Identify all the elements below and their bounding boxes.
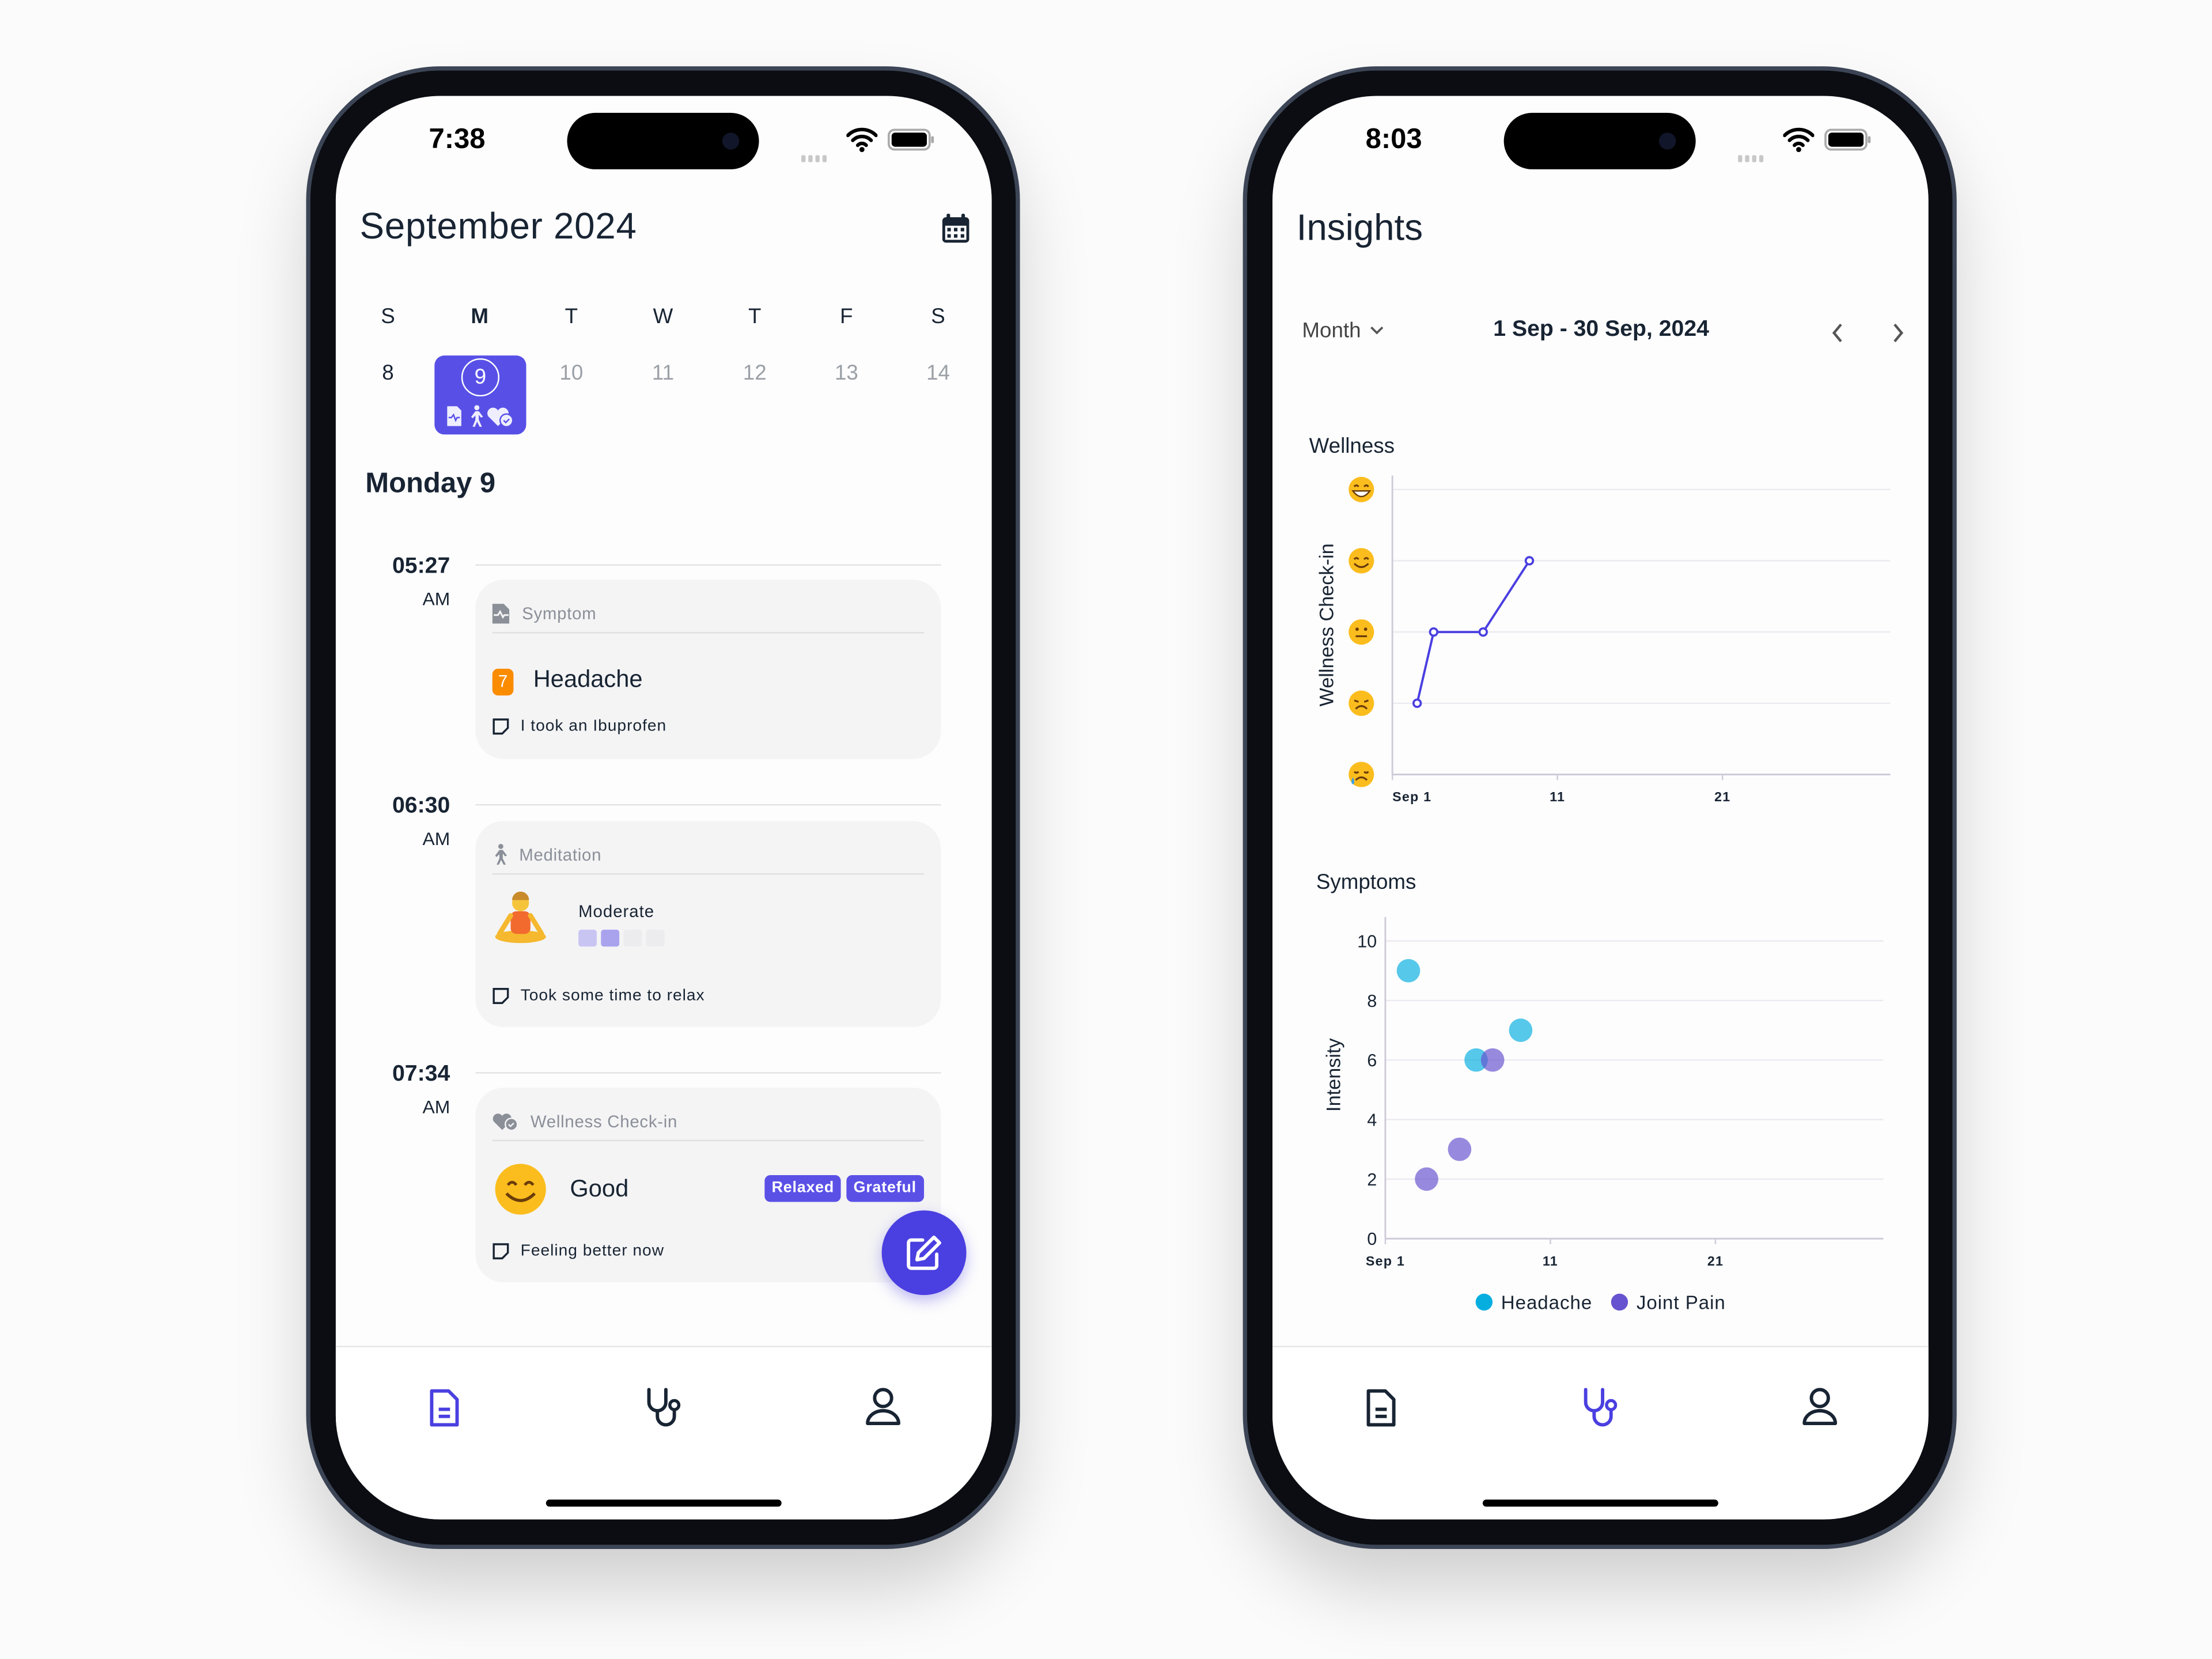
point-joint-pain xyxy=(1448,1137,1472,1161)
smiling-face-icon xyxy=(1349,548,1374,574)
crying-face-icon xyxy=(1349,762,1374,787)
wellness-point xyxy=(1429,627,1439,637)
wellness-point xyxy=(1524,556,1535,566)
y-tick-label: 0 xyxy=(1367,1229,1377,1249)
legend-marker xyxy=(1475,1293,1493,1311)
chart-title: Symptoms xyxy=(1316,870,1416,893)
wellness-point xyxy=(1412,698,1422,709)
x-tick-label: 11 xyxy=(1543,1253,1558,1268)
legend-label: Joint Pain xyxy=(1637,1293,1726,1314)
y-tick-label: 4 xyxy=(1367,1111,1377,1130)
x-tick-label: 21 xyxy=(1707,1253,1724,1268)
face xyxy=(1349,619,1374,645)
y-tick-label: 8 xyxy=(1367,991,1377,1011)
wellness-point xyxy=(1478,627,1488,637)
x-tick-label: 21 xyxy=(1714,789,1730,804)
chart-title: Wellness xyxy=(1309,434,1395,457)
face xyxy=(1349,548,1374,574)
point-joint-pain xyxy=(1480,1048,1505,1072)
eye xyxy=(1363,627,1368,631)
neutral-face-icon xyxy=(1349,619,1374,645)
x-tick-label: 11 xyxy=(1550,789,1565,804)
stage: 7:38 September 2024 S M T W T F S 8 9 10… xyxy=(0,0,2212,1659)
grinning-face-icon xyxy=(1349,476,1374,502)
y-axis-label: Wellness Check-in xyxy=(1316,543,1338,706)
point-joint-pain xyxy=(1415,1167,1438,1191)
sad-face-icon xyxy=(1349,690,1374,716)
point-headache xyxy=(1509,1018,1533,1042)
eye xyxy=(1355,627,1359,631)
insights-charts: Wellness Wellness Check-in Sep 1 11 21 Sympto… xyxy=(1309,434,1891,1314)
legend-marker xyxy=(1611,1293,1628,1311)
y-axis-label: Intensity xyxy=(1323,1037,1345,1111)
x-tick-label: Sep 1 xyxy=(1366,1253,1405,1268)
point-headache xyxy=(1396,959,1421,983)
face xyxy=(1349,690,1374,716)
legend-label: Headache xyxy=(1501,1293,1593,1314)
y-tick-label: 6 xyxy=(1367,1051,1377,1070)
y-tick-label: 10 xyxy=(1357,932,1377,952)
face xyxy=(1349,476,1374,502)
x-tick-label: Sep 1 xyxy=(1392,789,1431,804)
y-tick-label: 2 xyxy=(1367,1170,1377,1190)
